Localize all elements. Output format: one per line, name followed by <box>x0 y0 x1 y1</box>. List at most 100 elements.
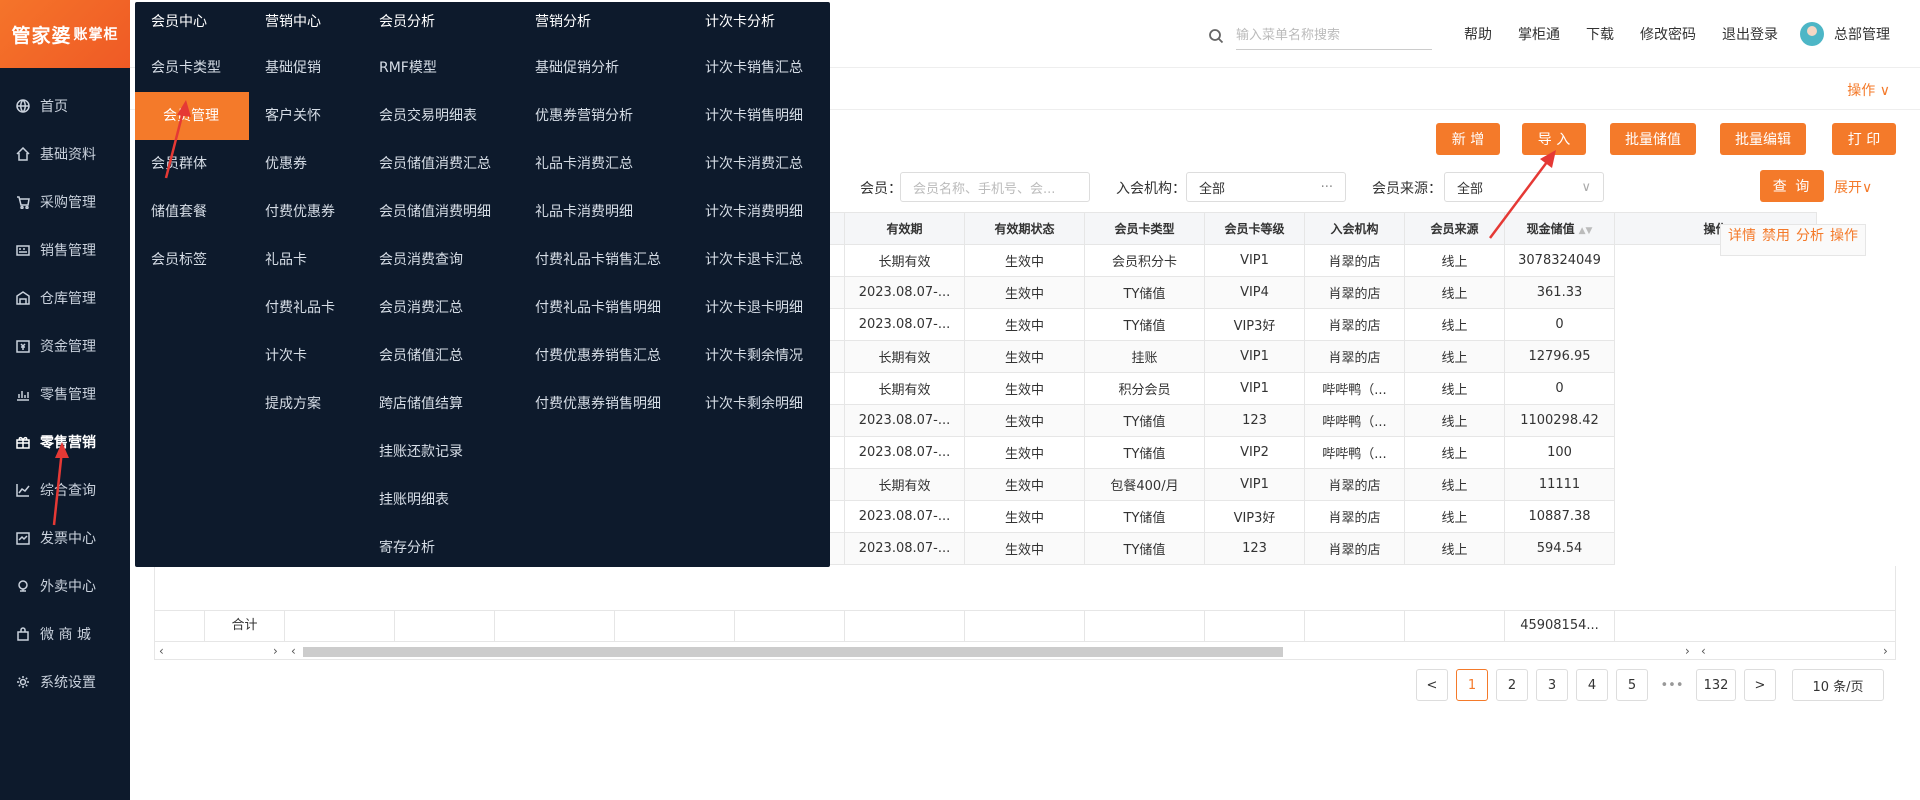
page-size-select[interactable]: 10 条/页 <box>1792 669 1884 701</box>
page-ellipsis[interactable]: ••• <box>1656 669 1688 701</box>
menu-item[interactable]: 会员管理 <box>135 92 249 140</box>
scroll-left-icon[interactable]: ‹ <box>1701 644 1706 658</box>
scroll-right-icon[interactable]: › <box>273 644 278 658</box>
sidebar-item-5[interactable]: 资金管理 <box>0 322 130 370</box>
expand-filters-link[interactable]: 展开∨ <box>1834 177 1872 197</box>
sidebar-item-3[interactable]: 销售管理 <box>0 226 130 274</box>
menu-item[interactable]: 礼品卡 <box>265 236 335 284</box>
batch-edit-button[interactable]: 批量编辑 <box>1720 123 1806 155</box>
menu-item[interactable]: 会员卡类型 <box>151 44 249 92</box>
menu-item[interactable]: 计次卡消费明细 <box>705 188 803 236</box>
sidebar-item-7[interactable]: 零售营销 <box>0 418 130 466</box>
cell-cash: 12796.95 <box>1504 340 1615 373</box>
menu-item[interactable]: RMF模型 <box>379 44 491 92</box>
scroll-right-icon[interactable]: › <box>1883 644 1888 658</box>
menu-item[interactable]: 计次卡剩余情况 <box>705 332 803 380</box>
print-button[interactable]: 打 印 <box>1832 123 1896 155</box>
menu-item[interactable]: 会员交易明细表 <box>379 92 491 140</box>
source-select[interactable]: 全部 ∨ <box>1444 172 1604 202</box>
menu-item[interactable]: 优惠券营销分析 <box>535 92 661 140</box>
header-link-3[interactable]: 修改密码 <box>1640 24 1696 44</box>
sidebar-item-9[interactable]: 发票中心 <box>0 514 130 562</box>
scroll-left-icon[interactable]: ‹ <box>159 644 164 658</box>
app-logo[interactable]: 管家婆 账掌柜 <box>0 0 130 68</box>
sidebar-item-6[interactable]: 零售管理 <box>0 370 130 418</box>
page-button[interactable]: 3 <box>1536 669 1568 701</box>
sidebar-item-10[interactable]: 外卖中心 <box>0 562 130 610</box>
sidebar-item-11[interactable]: 微 商 城 <box>0 610 130 658</box>
menu-item[interactable]: 付费礼品卡 <box>265 284 335 332</box>
menu-item[interactable]: 计次卡退卡明细 <box>705 284 803 332</box>
menu-item[interactable]: 会员消费查询 <box>379 236 491 284</box>
sidebar-item-0[interactable]: 首页 <box>0 82 130 130</box>
prev-page-button[interactable]: < <box>1416 669 1448 701</box>
operations-dropdown[interactable]: 操作 ∨ <box>1847 80 1890 100</box>
menu-item[interactable]: 寄存分析 <box>379 524 491 572</box>
sum-label: 合计 <box>205 611 285 641</box>
member-search-input[interactable]: 会员名称、手机号、会... <box>900 172 1090 202</box>
menu-item[interactable]: 储值套餐 <box>151 188 249 236</box>
table-header-cell[interactable]: 现金储值 ▲▼ <box>1504 212 1615 245</box>
new-button[interactable]: 新 增 <box>1436 123 1500 155</box>
menu-item[interactable]: 会员储值消费汇总 <box>379 140 491 188</box>
menu-item[interactable]: 计次卡销售汇总 <box>705 44 803 92</box>
menu-item[interactable]: 跨店储值结算 <box>379 380 491 428</box>
menu-item[interactable]: 基础促销分析 <box>535 44 661 92</box>
menu-item[interactable]: 会员消费汇总 <box>379 284 491 332</box>
page-button[interactable]: 4 <box>1576 669 1608 701</box>
header-link-4[interactable]: 退出登录 <box>1722 24 1778 44</box>
query-button[interactable]: 查 询 <box>1760 170 1824 202</box>
menu-item[interactable]: 计次卡销售明细 <box>705 92 803 140</box>
page-button[interactable]: 2 <box>1496 669 1528 701</box>
sidebar-item-4[interactable]: 仓库管理 <box>0 274 130 322</box>
menu-item[interactable]: 提成方案 <box>265 380 335 428</box>
menu-item[interactable]: 会员储值汇总 <box>379 332 491 380</box>
menu-item[interactable]: 客户关怀 <box>265 92 335 140</box>
header-link-2[interactable]: 下载 <box>1586 24 1614 44</box>
sort-icon[interactable]: ▲▼ <box>1579 226 1593 236</box>
menu-item[interactable]: 优惠券 <box>265 140 335 188</box>
menu-item[interactable]: 计次卡消费汇总 <box>705 140 803 188</box>
menu-item[interactable]: 礼品卡消费明细 <box>535 188 661 236</box>
menu-item[interactable]: 计次卡剩余明细 <box>705 380 803 428</box>
header-links: 帮助 掌柜通 下载 修改密码 退出登录 <box>1464 24 1804 44</box>
menu-item[interactable]: 计次卡 <box>265 332 335 380</box>
batch-recharge-button[interactable]: 批量储值 <box>1610 123 1696 155</box>
search-icon[interactable] <box>1208 28 1224 44</box>
scrollbar-thumb[interactable] <box>303 647 1283 657</box>
menu-item[interactable]: 付费礼品卡销售汇总 <box>535 236 661 284</box>
user-menu[interactable]: 总部管理 <box>1800 22 1890 46</box>
next-page-button[interactable]: > <box>1744 669 1776 701</box>
menu-item[interactable]: 会员储值消费明细 <box>379 188 491 236</box>
scroll-right-icon[interactable]: › <box>1685 644 1690 658</box>
sidebar-item-8[interactable]: 综合查询 <box>0 466 130 514</box>
last-page-button[interactable]: 132 <box>1696 669 1736 701</box>
header-link-0[interactable]: 帮助 <box>1464 24 1492 44</box>
menu-item[interactable]: 会员群体 <box>151 140 249 188</box>
org-select[interactable]: 全部 ··· <box>1186 172 1346 202</box>
header-link-1[interactable]: 掌柜通 <box>1518 24 1560 44</box>
menu-item[interactable]: 礼品卡消费汇总 <box>535 140 661 188</box>
scroll-left-icon[interactable]: ‹ <box>291 644 296 658</box>
menu-item[interactable]: 付费优惠券 <box>265 188 335 236</box>
menu-item[interactable]: 付费优惠券销售汇总 <box>535 332 661 380</box>
row-action-link[interactable]: 分析 <box>1796 228 1824 244</box>
sidebar-item-1[interactable]: 基础资料 <box>0 130 130 178</box>
import-button[interactable]: 导 入 <box>1522 123 1586 155</box>
menu-item[interactable]: 会员标签 <box>151 236 249 284</box>
page-button[interactable]: 1 <box>1456 669 1488 701</box>
menu-search-input[interactable] <box>1236 22 1432 50</box>
sidebar-item-12[interactable]: 系统设置 <box>0 658 130 706</box>
page-button[interactable]: 5 <box>1616 669 1648 701</box>
row-action-link[interactable]: 操作 <box>1830 228 1858 244</box>
row-action-link[interactable]: 禁用 <box>1762 228 1790 244</box>
menu-item[interactable]: 付费礼品卡销售明细 <box>535 284 661 332</box>
menu-item[interactable]: 付费优惠券销售明细 <box>535 380 661 428</box>
row-action-link[interactable]: 详情 <box>1728 228 1756 244</box>
menu-item[interactable]: 挂账明细表 <box>379 476 491 524</box>
horizontal-scrollbar[interactable]: ‹ › ‹ › ‹ › <box>154 642 1896 660</box>
menu-item[interactable]: 计次卡退卡汇总 <box>705 236 803 284</box>
menu-item[interactable]: 挂账还款记录 <box>379 428 491 476</box>
menu-item[interactable]: 基础促销 <box>265 44 335 92</box>
sidebar-item-2[interactable]: 采购管理 <box>0 178 130 226</box>
